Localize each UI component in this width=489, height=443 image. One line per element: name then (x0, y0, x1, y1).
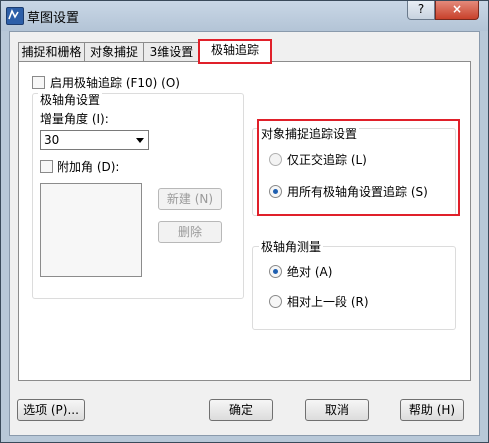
new-angle-button[interactable]: 新建 (N) (158, 188, 222, 210)
polar-measurement-title: 极轴角测量 (259, 238, 324, 255)
ok-button[interactable]: 确定 (209, 399, 273, 421)
additional-angles-checkbox[interactable] (40, 160, 53, 173)
help-button[interactable]: 帮助 (H) (400, 399, 464, 421)
additional-angles-list[interactable] (40, 183, 142, 277)
delete-angle-button[interactable]: 删除 (158, 221, 222, 243)
tab-polar-tracking[interactable]: 极轴追踪 (199, 40, 271, 63)
title-bar[interactable]: 草图设置 ? × (1, 1, 488, 31)
relative-last-segment-radio[interactable] (269, 295, 282, 308)
all-polar-angles-label: 用所有极轴角设置追踪 (S) (287, 185, 428, 199)
title-help-button[interactable]: ? (407, 1, 435, 20)
polar-tracking-panel: 启用极轴追踪 (F10) (O) 极轴角设置 增量角度 (I): 30 附加角 … (18, 61, 471, 381)
increment-angle-combo[interactable]: 30 (40, 130, 149, 150)
cancel-button[interactable]: 取消 (305, 399, 369, 421)
polar-angle-settings-title: 极轴角设置 (38, 91, 103, 108)
absolute-radio[interactable] (269, 265, 282, 278)
absolute-label: 绝对 (A) (287, 265, 333, 279)
dropdown-arrow-icon (136, 138, 144, 143)
dialog-body: 捕捉和栅格 对象捕捉 3维设置 极轴追踪 启用极轴追踪 (F10) (O) 极轴… (9, 31, 480, 436)
window-title: 草图设置 (27, 11, 80, 26)
polar-measurement-group (252, 246, 456, 330)
enable-polar-tracking-label: 启用极轴追踪 (F10) (O) (50, 76, 180, 90)
options-button[interactable]: 选项 (P)... (17, 399, 85, 421)
relative-last-segment-label: 相对上一段 (R) (287, 295, 369, 309)
tab-snap-grid[interactable]: 捕捉和栅格 (18, 42, 85, 62)
additional-angles-label: 附加角 (D): (57, 160, 120, 174)
tab-3d-settings[interactable]: 3维设置 (143, 42, 200, 62)
all-polar-angles-radio[interactable] (269, 185, 282, 198)
app-icon (6, 7, 24, 25)
increment-angle-label: 增量角度 (I): (40, 112, 109, 126)
close-button[interactable]: × (435, 1, 479, 20)
orthogonal-only-radio[interactable] (269, 153, 282, 166)
object-snap-tracking-title: 对象捕捉追踪设置 (259, 125, 360, 142)
increment-angle-value: 30 (44, 133, 60, 147)
drafting-settings-dialog: 草图设置 ? × 捕捉和栅格 对象捕捉 3维设置 极轴追踪 启用极轴追踪 (F1… (0, 0, 489, 443)
tab-object-snap[interactable]: 对象捕捉 (84, 42, 144, 62)
orthogonal-only-label: 仅正交追踪 (L) (287, 153, 367, 167)
enable-polar-tracking-checkbox[interactable] (32, 76, 45, 89)
